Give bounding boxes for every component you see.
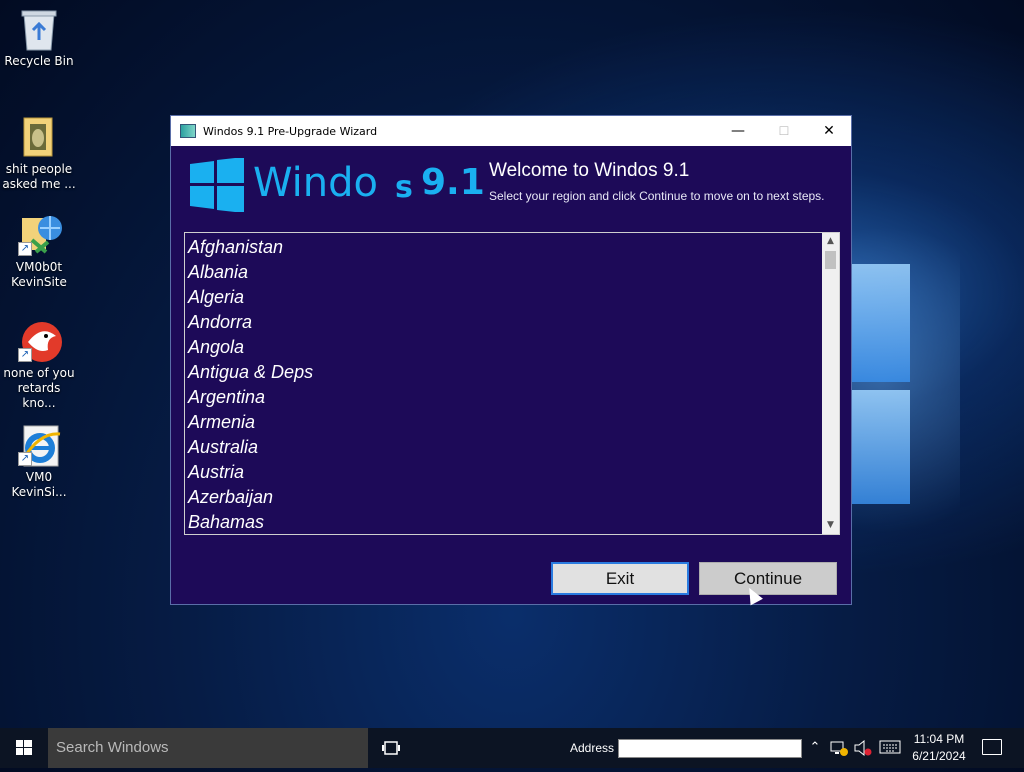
desktop-icon-label: VM0 KevinSi... [11,470,67,499]
desktop-icon-label: Recycle Bin [4,54,74,68]
network-warning-icon[interactable] [830,740,848,756]
region-list-item[interactable]: Afghanistan [187,234,817,259]
shortcut-arrow-icon: ↗ [18,242,32,256]
volume-muted-icon[interactable] [854,739,872,757]
folder-icon [18,116,60,158]
welcome-heading: Welcome to Windos 9.1 [489,160,690,181]
logo-version: 9.1 [421,162,485,203]
keyboard-icon[interactable] [879,740,901,756]
region-list-item[interactable]: Armenia [187,409,817,434]
desktop-icon-label: shit people asked me ... [2,162,76,191]
shortcut-arrow-icon: ↗ [18,348,32,362]
region-list-item[interactable]: Argentina [187,384,817,409]
internet-explorer-icon: ↗ [18,424,61,467]
desktop-icon-label: none of you retards kno... [3,366,75,410]
taskbar: Search Windows Address ⌃ 11:04 PM 6/21/2… [0,728,1024,768]
web-shortcut-icon: ↗ [18,214,62,256]
desktop-icon-label: VM0b0t KevinSite [11,260,67,289]
desktop-icon-vm0-kevinsite[interactable]: ↗ VM0 KevinSi... [2,424,76,500]
clock-date[interactable]: 6/21/2024 [905,749,973,763]
clock-time[interactable]: 11:04 PM [905,732,973,746]
address-input[interactable] [618,739,802,758]
region-list-item[interactable]: Angola [187,334,817,359]
task-view-icon [382,741,400,755]
close-button[interactable]: ✕ [806,116,852,146]
desktop-icon-folder[interactable]: shit people asked me ... [2,116,76,192]
window-title: Windos 9.1 Pre-Upgrade Wizard [203,124,378,138]
region-listbox[interactable]: Afghanistan Albania Algeria Andorra Angola An… [184,232,840,535]
desktop-icon-recycle-bin[interactable]: Recycle Bin [2,8,76,69]
region-list-item[interactable]: Albania [187,259,817,284]
app-icon [180,124,196,138]
shortcut-arrow-icon: ↗ [18,452,32,466]
wizard-window: Windos 9.1 Pre-Upgrade Wizard — ☐ ✕ Wind… [170,115,852,605]
region-list-item[interactable]: Bahamas [187,509,817,534]
region-list-item[interactable]: Azerbaijan [187,484,817,509]
exit-button[interactable]: Exit [551,562,689,595]
continue-button[interactable]: Continue [699,562,837,595]
windows-logo-icon [190,157,244,216]
start-button[interactable] [0,728,48,768]
taskbar-search-box[interactable]: Search Windows [48,728,368,768]
region-list-item[interactable]: Antigua & Deps [187,359,817,384]
task-view-button[interactable] [382,740,400,755]
scroll-thumb[interactable] [825,251,836,269]
wallpaper-windows-logo [848,250,928,520]
dragon-app-icon: ↗ [18,320,62,362]
action-center-icon[interactable] [982,739,1002,755]
scroll-up-arrow-icon[interactable]: ▲ [822,233,839,250]
welcome-subtitle: Select your region and click Continue to… [489,189,825,203]
desktop-icon-vm0b0t-kevinsite[interactable]: ↗ VM0b0t KevinSite [2,214,76,290]
windows-start-icon [16,740,32,755]
title-bar[interactable]: Windos 9.1 Pre-Upgrade Wizard — ☐ ✕ [171,116,851,146]
scroll-down-arrow-icon[interactable]: ▼ [822,517,839,534]
listbox-scrollbar[interactable]: ▲ ▼ [822,233,839,534]
logo-wordmark: Windo [253,160,378,206]
region-list-item[interactable]: Andorra [187,309,817,334]
maximize-button[interactable]: ☐ [761,116,807,146]
show-hidden-icons-chevron-icon[interactable]: ⌃ [808,740,822,756]
region-list-item[interactable]: Austria [187,459,817,484]
region-list-item[interactable]: Algeria [187,284,817,309]
logo-wordmark-s: s [395,170,413,205]
desktop-icon-dragon-app[interactable]: ↗ none of you retards kno... [2,320,76,411]
region-list-item[interactable]: Australia [187,434,817,459]
recycle-bin-icon [18,8,60,51]
address-toolbar-label: Address [570,741,615,755]
minimize-button[interactable]: — [715,116,761,146]
region-list: Afghanistan Albania Algeria Andorra Angola An… [187,234,817,534]
